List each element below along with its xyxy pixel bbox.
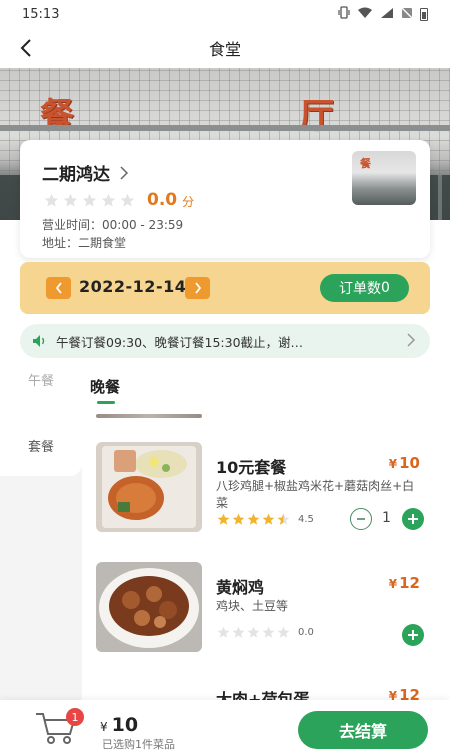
dish-price: ¥12 bbox=[389, 574, 420, 592]
battery-icon bbox=[420, 7, 428, 21]
star-icon bbox=[277, 626, 290, 638]
increase-quantity-button[interactable] bbox=[402, 508, 424, 530]
star-icon bbox=[262, 626, 275, 638]
signal-icon bbox=[380, 7, 394, 22]
dish-rating-score: 0.0 bbox=[298, 627, 314, 638]
shop-name-link[interactable]: 二期鸿达 bbox=[42, 160, 129, 185]
order-count-value: 0 bbox=[381, 280, 390, 296]
notice-text: 午餐订餐09:30、晚餐订餐15:30截止，谢… bbox=[56, 334, 304, 350]
selected-date: 2022-12-14 bbox=[79, 277, 187, 296]
tab-dinner[interactable]: 晚餐 bbox=[90, 376, 120, 397]
currency-symbol: ¥ bbox=[100, 720, 108, 734]
chevron-right-icon bbox=[194, 282, 201, 294]
star-icon bbox=[232, 513, 245, 525]
star-icon bbox=[101, 193, 116, 206]
dish-name: 大肉+荷包蛋 bbox=[216, 690, 310, 700]
dish-description: 鸡块、土豆等 bbox=[216, 599, 289, 613]
dish-price-value: 10 bbox=[399, 454, 420, 472]
category-combo[interactable]: 套餐 bbox=[0, 436, 82, 455]
shop-name: 二期鸿达 bbox=[42, 165, 110, 185]
chevron-right-icon bbox=[407, 333, 416, 347]
prev-date-button[interactable] bbox=[46, 277, 71, 299]
rating-score: 0.0 bbox=[147, 190, 178, 210]
tab-dinner-underline bbox=[97, 401, 115, 404]
cart-bar: 1 ¥10 已选购1件菜品 去结算 bbox=[0, 700, 450, 750]
dish-rating-score: 4.5 bbox=[298, 514, 314, 525]
star-icon bbox=[217, 513, 230, 525]
star-icon bbox=[82, 193, 97, 206]
list-top-image-edge bbox=[96, 414, 202, 418]
speaker-icon bbox=[33, 335, 45, 347]
dish-item[interactable]: 10元套餐 ¥10 八珍鸡腿+椒盐鸡米花+蘑菇肉丝+白菜 4.5 1 bbox=[96, 442, 430, 534]
cart-total: ¥10 bbox=[100, 714, 138, 736]
back-button[interactable] bbox=[12, 34, 40, 62]
currency-symbol: ¥ bbox=[388, 689, 398, 700]
shop-hours: 营业时间：00:00 - 23:59 bbox=[42, 216, 183, 233]
wifi-icon bbox=[357, 7, 373, 22]
dish-name: 10元套餐 bbox=[216, 458, 287, 477]
increase-quantity-button[interactable] bbox=[402, 624, 424, 646]
shop-address: 地址：二期食堂 bbox=[42, 234, 126, 251]
star-icon bbox=[120, 193, 135, 206]
no-sim-icon bbox=[401, 7, 413, 22]
currency-symbol: ¥ bbox=[388, 577, 398, 591]
dish-rating: 4.5 bbox=[217, 513, 314, 526]
star-icon bbox=[247, 513, 260, 525]
chevron-right-icon bbox=[120, 165, 129, 180]
dish-item[interactable]: 黄焖鸡 ¥12 鸡块、土豆等 0.0 bbox=[96, 562, 430, 654]
dish-item[interactable]: 大肉+荷包蛋 ¥12 bbox=[96, 674, 430, 700]
cart-selected-text: 已选购1件菜品 bbox=[102, 738, 175, 750]
shop-rating: 0.0 分 bbox=[44, 190, 194, 210]
dish-name: 黄焖鸡 bbox=[216, 578, 265, 597]
shop-thumbnail-sign: 餐 bbox=[360, 157, 371, 170]
title-bar: 食堂 bbox=[0, 28, 450, 68]
hours-label: 营业时间： bbox=[42, 218, 103, 232]
category-lunch[interactable]: 午餐 bbox=[0, 370, 82, 400]
vibrate-icon bbox=[338, 6, 350, 22]
shop-info-card: 二期鸿达 0.0 分 营业时间：00:00 - 23:59 地址：二期食堂 餐 bbox=[20, 140, 430, 258]
star-icon bbox=[44, 193, 59, 206]
star-icon bbox=[247, 626, 260, 638]
dish-rating: 0.0 bbox=[217, 626, 314, 639]
star-half-icon bbox=[277, 513, 290, 525]
decrease-quantity-button[interactable] bbox=[350, 508, 372, 530]
date-bar: 2022-12-14 订单数 0 bbox=[20, 262, 430, 314]
chevron-left-icon bbox=[20, 39, 31, 57]
star-icon bbox=[217, 626, 230, 638]
chevron-left-icon bbox=[55, 282, 62, 294]
shop-thumbnail[interactable]: 餐 bbox=[352, 151, 416, 205]
star-icon bbox=[232, 626, 245, 638]
dish-price-value: 12 bbox=[399, 686, 420, 700]
plus-icon bbox=[408, 630, 418, 640]
star-icon bbox=[63, 193, 78, 206]
cart-badge: 1 bbox=[66, 708, 84, 726]
status-icons bbox=[338, 6, 428, 22]
order-count-button[interactable]: 订单数 0 bbox=[320, 274, 409, 302]
cart-total-value: 10 bbox=[111, 714, 139, 736]
dish-image bbox=[96, 442, 202, 532]
currency-symbol: ¥ bbox=[388, 457, 398, 471]
order-count-label: 订单数 bbox=[339, 281, 382, 297]
next-date-button[interactable] bbox=[185, 277, 210, 299]
hours-value: 00:00 - 23:59 bbox=[102, 218, 184, 232]
status-bar: 15:13 bbox=[0, 0, 450, 28]
page-title: 食堂 bbox=[208, 40, 241, 59]
hero-band bbox=[0, 125, 450, 131]
status-time: 15:13 bbox=[22, 6, 60, 22]
notice-bar[interactable]: 午餐订餐09:30、晚餐订餐15:30截止，谢… bbox=[20, 324, 430, 358]
category-nav: 午餐 套餐 bbox=[0, 370, 82, 710]
minus-icon bbox=[357, 518, 365, 520]
checkout-button[interactable]: 去结算 bbox=[298, 711, 428, 749]
star-icon bbox=[262, 513, 275, 525]
address-value: 二期食堂 bbox=[78, 236, 127, 250]
address-label: 地址： bbox=[42, 236, 79, 250]
dish-price-value: 12 bbox=[399, 574, 420, 592]
dish-quantity: 1 bbox=[382, 510, 391, 526]
plus-icon bbox=[408, 514, 418, 524]
dish-price: ¥10 bbox=[389, 454, 420, 472]
dish-image bbox=[96, 562, 202, 652]
dish-price: ¥12 bbox=[389, 686, 420, 700]
dish-description: 八珍鸡腿+椒盐鸡米花+蘑菇肉丝+白菜 bbox=[216, 479, 415, 510]
rating-unit: 分 bbox=[182, 195, 195, 209]
